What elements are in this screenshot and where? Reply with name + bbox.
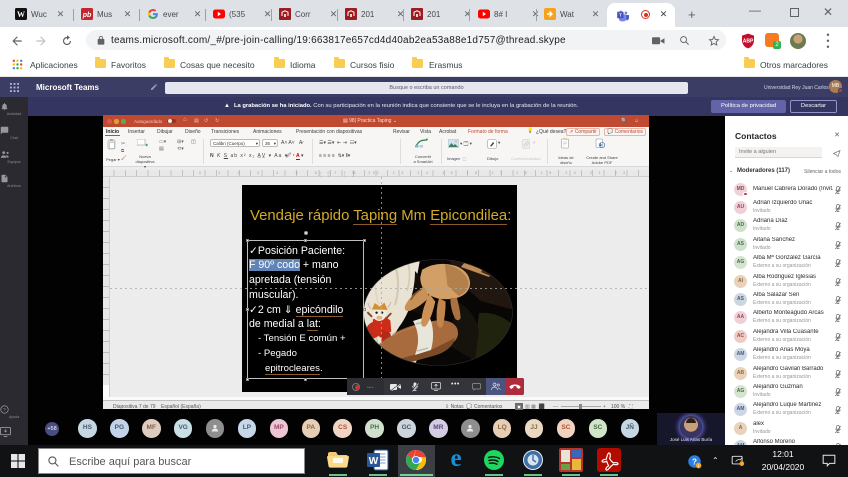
svg-text:T: T [619, 13, 622, 18]
svg-text:W: W [369, 456, 379, 467]
svg-text:ABP: ABP [743, 39, 754, 45]
svg-text:pb: pb [82, 12, 92, 19]
svg-text:W: W [17, 10, 25, 19]
svg-text:?: ? [3, 407, 6, 413]
